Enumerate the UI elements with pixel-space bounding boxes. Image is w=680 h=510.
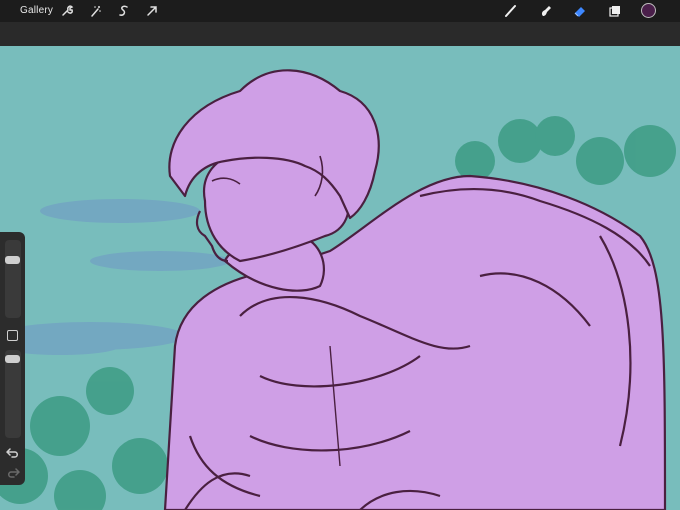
opacity-thumb[interactable] <box>5 355 20 363</box>
undo-icon[interactable] <box>6 447 20 459</box>
opacity-slider[interactable] <box>5 350 21 438</box>
smudge-icon[interactable] <box>539 4 553 18</box>
color-picker-swatch[interactable] <box>641 3 656 18</box>
brush-icon[interactable] <box>504 4 518 18</box>
layers-icon[interactable] <box>608 4 622 18</box>
adjustments-icon[interactable] <box>89 4 103 18</box>
transform-icon[interactable] <box>145 4 159 18</box>
redo-icon[interactable] <box>6 467 20 479</box>
drawing-canvas[interactable] <box>0 46 680 510</box>
eraser-icon[interactable] <box>573 4 587 18</box>
toolbar-shadow-strip <box>0 22 680 46</box>
brush-size-slider[interactable] <box>5 240 21 318</box>
actions-icon[interactable] <box>60 4 74 18</box>
gallery-button[interactable]: Gallery <box>20 5 53 16</box>
figure <box>163 69 667 510</box>
brush-size-thumb[interactable] <box>5 256 20 264</box>
selection-icon[interactable] <box>117 4 131 18</box>
modify-button[interactable] <box>7 330 18 341</box>
